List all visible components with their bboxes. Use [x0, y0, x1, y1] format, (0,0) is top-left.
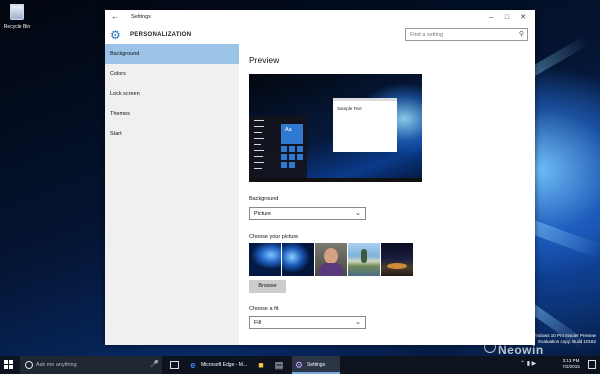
browse-button[interactable]: Browse [249, 280, 286, 293]
fit-dropdown-value: Fill [254, 320, 262, 326]
preview-taskbar [249, 178, 422, 182]
recycle-bin-label: Recycle Bin [3, 24, 31, 30]
clock-date: 7/2/2015 [562, 364, 580, 369]
fit-label: Choose a fit [249, 306, 279, 312]
cortana-icon [25, 361, 33, 369]
sidebar-item-colors[interactable]: Colors [105, 64, 239, 84]
picture-thumbnail[interactable] [381, 243, 413, 276]
picture-thumbnail[interactable] [348, 243, 380, 276]
background-dropdown[interactable]: Picture ⌄ [249, 207, 366, 220]
taskbar-file-explorer[interactable]: ■ [254, 356, 268, 374]
sidebar-item-background[interactable]: Background [105, 44, 239, 64]
window-title: Settings [131, 14, 151, 20]
taskbar-search-box[interactable]: Ask me anything 🎤 [20, 356, 162, 374]
sidebar-item-lock-screen[interactable]: Lock screen [105, 84, 239, 104]
task-view-icon[interactable] [170, 361, 179, 369]
recycle-bin-icon [10, 4, 24, 20]
background-label: Background [249, 196, 279, 202]
chevron-down-icon: ⌄ [355, 319, 361, 326]
taskbar-app-label: Settings [307, 362, 326, 368]
recycle-bin[interactable]: Recycle Bin [2, 4, 32, 30]
search-icon[interactable]: ⚲ [519, 30, 524, 38]
picture-thumbnail[interactable] [315, 243, 347, 276]
fit-dropdown[interactable]: Fill ⌄ [249, 316, 366, 329]
notification-icon[interactable] [588, 360, 596, 369]
microphone-icon[interactable]: 🎤 [150, 360, 159, 368]
preview-window: Sample Text [333, 98, 397, 152]
settings-header: ⚙ PERSONALIZATION Find a setting ⚲ [105, 26, 535, 46]
settings-window: ← Settings – □ ✕ ⚙ PERSONALIZATION Find … [105, 10, 535, 345]
chevron-down-icon: ⌄ [355, 210, 361, 217]
maximize-button[interactable]: □ [501, 12, 513, 24]
section-title: PERSONALIZATION [130, 32, 192, 38]
sidebar-item-start[interactable]: Start [105, 124, 239, 144]
taskbar-app-settings[interactable]: ⚙ Settings [292, 356, 340, 374]
title-bar: ← Settings – □ ✕ [105, 10, 535, 26]
taskbar-app-label: Microsoft Edge - M... [201, 362, 248, 368]
picture-thumbnail[interactable] [282, 243, 314, 276]
picture-thumbnail[interactable] [249, 243, 281, 276]
preview-start-menu [249, 116, 307, 178]
search-placeholder: Find a setting [410, 32, 444, 38]
taskbar-store[interactable]: ▤ [272, 356, 286, 374]
settings-search-input[interactable]: Find a setting ⚲ [405, 28, 528, 41]
gear-icon: ⚙ [110, 28, 121, 42]
store-icon: ▤ [274, 360, 284, 370]
sidebar-item-themes[interactable]: Themes [105, 104, 239, 124]
start-button[interactable] [4, 360, 14, 370]
settings-gear-icon: ⚙ [294, 360, 304, 370]
back-arrow-icon[interactable]: ← [111, 12, 119, 21]
taskbar-search-placeholder: Ask me anything [36, 362, 77, 368]
sidebar: Background Colors Lock screen Themes Sta… [105, 44, 239, 345]
background-dropdown-value: Picture [254, 211, 272, 217]
folder-icon: ■ [258, 360, 264, 370]
taskbar-clock[interactable]: 3:13 PM 7/2/2015 [558, 358, 584, 370]
choose-picture-label: Choose your picture [249, 234, 299, 240]
minimize-button[interactable]: – [485, 12, 497, 24]
preview-sample-text: Sample Text [337, 106, 362, 111]
preview-heading: Preview [249, 55, 280, 65]
close-button[interactable]: ✕ [517, 12, 529, 24]
system-tray[interactable]: ⌃ ▮ ▶ [520, 360, 536, 367]
taskbar-app-edge[interactable]: e Microsoft Edge - M... [186, 356, 252, 374]
edge-icon: e [190, 360, 196, 370]
preview-tile-text: Aa [285, 127, 292, 133]
taskbar: Ask me anything 🎤 e Microsoft Edge - M..… [0, 356, 600, 374]
desktop-preview: Aa Sample Text [249, 74, 422, 182]
